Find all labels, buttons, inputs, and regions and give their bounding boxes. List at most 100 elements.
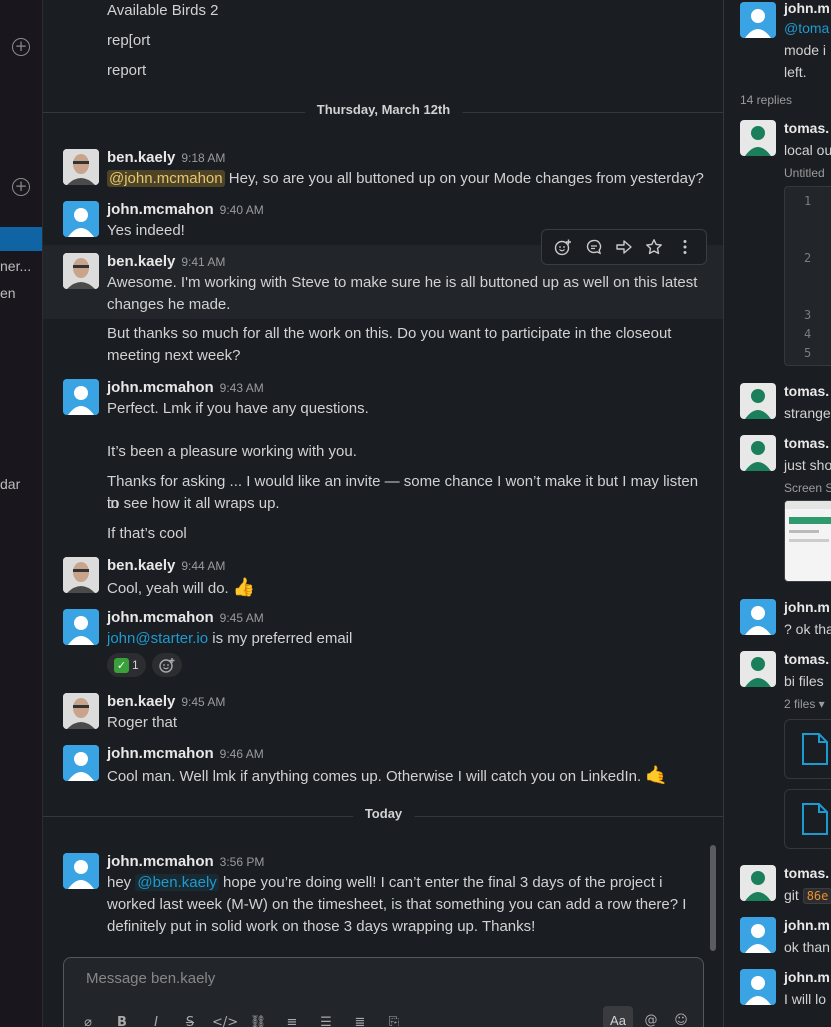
avatar[interactable] — [740, 917, 776, 953]
snippet-title[interactable]: Untitled — [784, 166, 825, 180]
message-input[interactable] — [86, 970, 646, 987]
avatar[interactable] — [740, 865, 776, 901]
quote-icon[interactable]: ≣ — [348, 1012, 372, 1027]
message[interactable]: It’s been a pleasure working with you. — [43, 441, 723, 465]
emoji-icon[interactable]: ☺ — [669, 1006, 693, 1027]
more-actions-icon[interactable] — [674, 236, 696, 258]
avatar[interactable] — [63, 149, 99, 185]
share-message-icon[interactable] — [613, 236, 635, 258]
message-text: Cool, yeah will do. 👍 — [107, 577, 256, 597]
avatar[interactable] — [63, 201, 99, 237]
add-reaction-icon[interactable] — [552, 236, 574, 258]
avatar[interactable] — [740, 2, 776, 38]
avatar[interactable] — [740, 120, 776, 156]
message[interactable]: ben.kaely 9:44 AM Cool, yeah will do. 👍 — [43, 553, 723, 603]
avatar[interactable] — [63, 379, 99, 415]
message-sender[interactable]: john.mcmahon 9:40 AM — [107, 201, 264, 218]
avatar[interactable] — [63, 557, 99, 593]
message-time[interactable]: 9:41 AM — [181, 255, 225, 269]
message-time[interactable]: 9:45 AM — [181, 695, 225, 709]
message-sender[interactable]: john.mcmahon 3:56 PM — [107, 853, 264, 870]
sidebar-item-partial[interactable]: en — [0, 285, 16, 301]
thread-sender[interactable]: john.m — [784, 969, 830, 985]
message-sender[interactable]: ben.kaely 9:44 AM — [107, 557, 225, 574]
sidebar-item-partial[interactable]: dar — [0, 476, 20, 492]
message[interactable]: If that’s cool — [43, 523, 723, 547]
link-icon[interactable]: ⛓ — [246, 1012, 270, 1027]
email-link[interactable]: john@starter.io — [107, 630, 208, 647]
message-time[interactable]: 9:18 AM — [181, 151, 225, 165]
avatar[interactable] — [740, 435, 776, 471]
message-time[interactable]: 9:45 AM — [220, 611, 264, 625]
scrollbar[interactable] — [710, 845, 716, 951]
avatar[interactable] — [63, 853, 99, 889]
avatar[interactable] — [63, 609, 99, 645]
reaction-check[interactable]: ✓ 1 — [107, 653, 146, 677]
file-attachment[interactable] — [784, 719, 831, 779]
bullet-list-icon[interactable]: ☰ — [314, 1012, 338, 1027]
files-count[interactable]: 2 files ▾ — [784, 697, 825, 711]
thread-sender[interactable]: john.m — [784, 0, 830, 16]
code-icon[interactable]: </> — [212, 1012, 238, 1027]
avatar[interactable] — [63, 693, 99, 729]
avatar[interactable] — [63, 253, 99, 289]
message-time[interactable]: 9:43 AM — [220, 381, 264, 395]
message-time[interactable]: 3:56 PM — [220, 855, 265, 869]
message-sender[interactable]: ben.kaely 9:18 AM — [107, 149, 225, 166]
message[interactable]: john.mcmahon 3:56 PM hey @ben.kaely hope … — [43, 849, 723, 939]
message[interactable]: Thanks for asking ... I would like an in… — [43, 471, 723, 519]
message-sender[interactable]: john.mcmahon 9:43 AM — [107, 379, 264, 396]
thread-sender[interactable]: john.m — [784, 599, 830, 615]
add-dm-icon[interactable]: + — [12, 178, 30, 196]
star-icon[interactable] — [643, 236, 665, 258]
date-divider-label[interactable]: Today — [352, 806, 415, 821]
message-sender[interactable]: ben.kaely 9:41 AM — [107, 253, 225, 270]
message[interactable]: ben.kaely 9:18 AM @john.mcmahon Hey, so a… — [43, 145, 723, 197]
thread-pane: john.m @toma mode i left. 14 replies tom… — [724, 0, 831, 1027]
avatar[interactable] — [740, 383, 776, 419]
message-time[interactable]: 9:44 AM — [181, 559, 225, 573]
message-text: @john.mcmahon Hey, so are you all button… — [107, 170, 704, 187]
attachment-title[interactable]: Screen S — [784, 481, 831, 495]
add-reaction-button[interactable] — [151, 653, 182, 677]
sidebar-item-partial[interactable]: ner... — [0, 258, 31, 274]
mention-icon[interactable]: @ — [639, 1006, 663, 1027]
code-snippet[interactable]: 1 2 3 4 5 — [784, 186, 831, 366]
user-mention[interactable]: @toma — [784, 20, 829, 36]
avatar[interactable] — [740, 651, 776, 687]
bold-icon[interactable]: B — [110, 1012, 134, 1027]
user-mention[interactable]: @john.mcmahon — [107, 170, 225, 187]
message-time[interactable]: 9:46 AM — [220, 747, 264, 761]
thread-sender[interactable]: tomas. — [784, 435, 829, 451]
thread-sender[interactable]: tomas. — [784, 120, 829, 136]
ordered-list-icon[interactable]: ≡ — [280, 1012, 304, 1027]
date-divider-label[interactable]: Thursday, March 12th — [304, 102, 463, 117]
code-block-icon[interactable]: ⎘ — [382, 1012, 406, 1027]
message-sender[interactable]: john.mcmahon 9:46 AM — [107, 745, 264, 762]
italic-icon[interactable]: I — [144, 1012, 168, 1027]
strikethrough-icon[interactable]: S — [178, 1012, 202, 1027]
thread-sender[interactable]: tomas. — [784, 865, 829, 881]
thread-sender[interactable]: tomas. — [784, 651, 829, 667]
message-sender[interactable]: ben.kaely 9:45 AM — [107, 693, 225, 710]
avatar[interactable] — [740, 599, 776, 635]
screenshot-thumbnail[interactable] — [784, 500, 831, 582]
message[interactable]: But thanks so much for all the work on t… — [43, 319, 723, 371]
message[interactable]: john.mcmahon 9:46 AM Cool man. Well lmk i… — [43, 741, 723, 793]
add-channel-icon[interactable]: + — [12, 38, 30, 56]
avatar[interactable] — [63, 745, 99, 781]
thread-sender[interactable]: john.m — [784, 917, 830, 933]
avatar[interactable] — [740, 969, 776, 1005]
attach-icon[interactable]: ⌀ — [76, 1012, 100, 1027]
file-attachment[interactable] — [784, 789, 831, 849]
message[interactable]: john.mcmahon 9:43 AM Perfect. Lmk if you … — [43, 375, 723, 423]
formatting-toggle-button[interactable]: Aa — [603, 1006, 633, 1027]
reply-thread-icon[interactable] — [583, 236, 605, 258]
message[interactable]: ben.kaely 9:45 AM Roger that — [43, 689, 723, 737]
thread-sender[interactable]: tomas. — [784, 383, 829, 399]
message-actions-toolbar — [541, 229, 707, 265]
sidebar-item-active[interactable] — [0, 227, 42, 251]
user-mention[interactable]: @ben.kaely — [135, 874, 219, 891]
message-sender[interactable]: john.mcmahon 9:45 AM — [107, 609, 264, 626]
message-time[interactable]: 9:40 AM — [220, 203, 264, 217]
